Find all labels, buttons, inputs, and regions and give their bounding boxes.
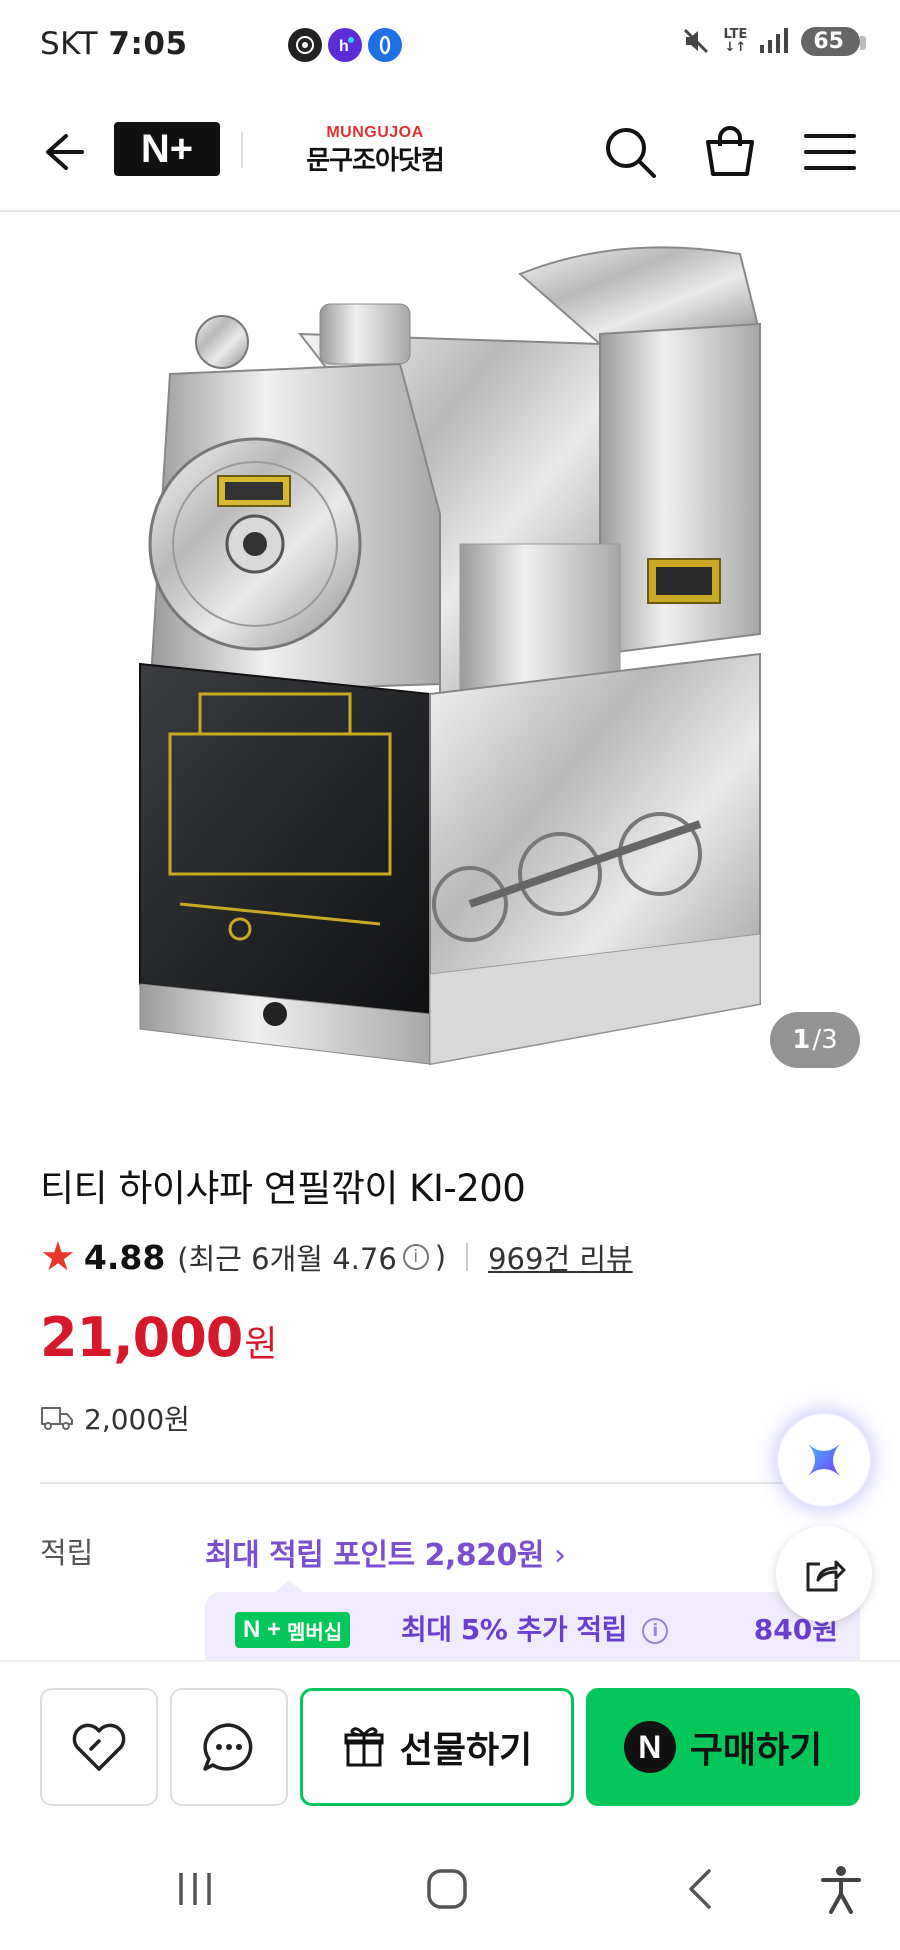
recent-rating: (최근 6개월 4.76 xyxy=(177,1242,397,1276)
rating-score: 4.88 xyxy=(83,1237,166,1277)
membership-info-icon[interactable]: i xyxy=(642,1618,669,1644)
status-indicators: LTE ↓↑ 65 xyxy=(681,26,866,56)
price-value: 21,000 xyxy=(40,1306,243,1369)
hamburger-menu-icon xyxy=(804,134,856,170)
gift-icon xyxy=(344,1727,384,1767)
store-logo-korean: 문구조아닷컴 xyxy=(306,146,445,176)
buy-button-label: 구매하기 xyxy=(689,1730,823,1771)
recent-apps-icon xyxy=(179,1873,211,1905)
ai-sparkle-icon xyxy=(808,1444,840,1476)
chat-button[interactable] xyxy=(170,1688,288,1806)
section-divider xyxy=(40,1482,860,1484)
system-back-button[interactable] xyxy=(666,1854,736,1924)
svg-text:h: h xyxy=(339,38,349,55)
wishlist-button[interactable] xyxy=(40,1688,158,1806)
naver-pay-icon: N xyxy=(623,1721,676,1773)
gift-button-label: 선물하기 xyxy=(399,1730,533,1771)
accessibility-button[interactable] xyxy=(806,1854,876,1924)
carrier: SKT xyxy=(40,26,99,62)
signal-icon xyxy=(760,28,789,53)
top-navigation-header: N+ MUNGUJOA 문구조아닷컴 xyxy=(0,92,900,212)
info-icon[interactable]: i xyxy=(402,1244,429,1270)
bottom-action-bar: 선물하기 N 구매하기 xyxy=(0,1660,900,1824)
status-carrier-time: SKT 7:05 xyxy=(40,26,188,62)
rating-separator xyxy=(466,1243,469,1271)
home-icon xyxy=(427,1869,467,1909)
back-button[interactable] xyxy=(30,122,90,182)
chevron-right-icon: › xyxy=(553,1538,566,1573)
status-bar: SKT 7:05 h LTE ↓↑ 65 xyxy=(0,0,900,92)
h-app-icon: h xyxy=(328,28,362,62)
membership-points-box: N + 멤버십 최대 5% 추가 적립 i 840원 xyxy=(205,1580,860,1662)
rating-row: ★ 4.88 (최근 6개월 4.76 i ) 969건 리뷰 xyxy=(40,1236,633,1278)
heart-icon xyxy=(72,1723,126,1771)
shipping-fee-row: 2,000원 xyxy=(40,1398,190,1438)
browser-app-icon xyxy=(368,28,402,62)
clock: 7:05 xyxy=(108,26,188,62)
arrow-left-icon xyxy=(46,134,84,170)
camera-app-icon xyxy=(288,28,322,62)
recent-apps-button[interactable] xyxy=(160,1854,230,1924)
product-image-gallery[interactable] xyxy=(0,214,900,1084)
cart-button[interactable] xyxy=(700,122,760,182)
star-icon: ★ xyxy=(40,1234,76,1280)
store-logo[interactable]: MUNGUJOA 문구조아닷컴 xyxy=(290,124,460,177)
battery-indicator: 65 xyxy=(801,26,866,56)
notification-icons: h xyxy=(288,28,402,62)
mute-icon xyxy=(684,28,709,54)
delivery-truck-icon xyxy=(41,1407,73,1430)
product-photo xyxy=(0,214,900,1084)
home-button[interactable] xyxy=(412,1854,482,1924)
search-icon xyxy=(606,128,656,178)
system-navigation-bar xyxy=(0,1824,900,1950)
naver-plus-mark: N + xyxy=(243,1616,282,1643)
share-button[interactable] xyxy=(776,1526,872,1622)
search-button[interactable] xyxy=(600,122,660,182)
review-count-link[interactable]: 969건 리뷰 xyxy=(488,1236,633,1278)
share-icon xyxy=(806,1560,846,1592)
gift-button[interactable]: 선물하기 xyxy=(300,1688,574,1806)
buy-button[interactable]: N 구매하기 xyxy=(586,1688,860,1806)
points-label: 적립 xyxy=(40,1536,94,1570)
image-counter: 1 / 3 xyxy=(770,1012,860,1068)
membership-extra-points: 최대 5% 추가 적립 i xyxy=(401,1608,674,1648)
naver-plus-membership-badge: N + 멤버십 xyxy=(235,1612,351,1648)
max-points-link[interactable]: 최대 적립 포인트 2,820원 › xyxy=(205,1530,566,1574)
network-type: LTE ↓↑ xyxy=(723,27,748,55)
recent-rating-close: ) xyxy=(434,1240,447,1274)
product-title: 티티 하이샤파 연필깎이 KI-200 xyxy=(40,1167,526,1210)
ai-assistant-button[interactable] xyxy=(776,1412,872,1508)
chevron-left-icon xyxy=(689,1869,711,1909)
chat-bubble-icon xyxy=(203,1723,253,1771)
shipping-fee: 2,000원 xyxy=(84,1403,190,1436)
menu-button[interactable] xyxy=(800,122,860,182)
shopping-bag-icon xyxy=(706,126,754,176)
naver-plus-logo[interactable]: N+ xyxy=(114,122,220,176)
product-price: 21,000원 xyxy=(40,1306,278,1369)
accessibility-icon xyxy=(821,1866,861,1914)
price-currency: 원 xyxy=(244,1324,277,1365)
header-divider xyxy=(241,132,243,168)
